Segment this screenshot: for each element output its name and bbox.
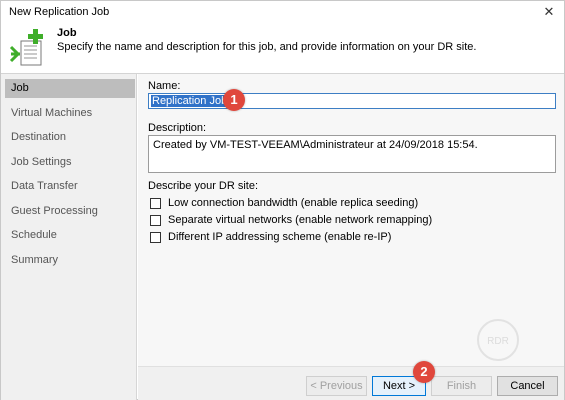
previous-button[interactable]: < Previous <box>306 376 367 396</box>
wizard-header: Job Specify the name and description for… <box>1 23 564 73</box>
watermark-logo: RDR <box>475 317 521 363</box>
callout-badge-1: 1 <box>223 89 245 111</box>
dr-site-label: Describe your DR site: <box>148 180 259 192</box>
finish-button[interactable]: Finish <box>431 376 492 396</box>
wizard-footer: < Previous Next > Finish Cancel <box>138 366 564 400</box>
re-ip-label: Different IP addressing scheme (enable r… <box>168 231 392 243</box>
re-ip-checkbox[interactable] <box>150 231 161 243</box>
header-title: Job <box>57 27 77 39</box>
separate-networks-checkbox[interactable] <box>150 214 161 226</box>
sidebar-item-guest-processing[interactable]: Guest Processing <box>5 202 135 221</box>
close-icon[interactable]: ✕ <box>540 3 558 21</box>
sidebar-item-job[interactable]: Job <box>5 79 135 98</box>
job-name-field[interactable]: Replication Job 1 <box>148 93 556 109</box>
cancel-button[interactable]: Cancel <box>497 376 558 396</box>
description-field[interactable]: Created by VM-TEST-VEEAM\Administrateur … <box>148 135 556 173</box>
sidebar-item-virtual-machines[interactable]: Virtual Machines <box>5 104 135 123</box>
low-bandwidth-checkbox[interactable] <box>150 197 161 209</box>
sidebar-item-schedule[interactable]: Schedule <box>5 226 135 245</box>
header-description: Specify the name and description for thi… <box>57 41 477 53</box>
watermark-text: RDR <box>487 336 509 347</box>
sidebar-item-data-transfer[interactable]: Data Transfer <box>5 177 135 196</box>
separate-networks-option[interactable]: Separate virtual networks (enable networ… <box>150 212 432 228</box>
re-ip-option[interactable]: Different IP addressing scheme (enable r… <box>150 229 391 245</box>
replication-job-window: New Replication Job ✕ Job Specify the na… <box>0 0 565 400</box>
sidebar-item-destination[interactable]: Destination <box>5 128 135 147</box>
new-job-icon <box>9 27 49 69</box>
sidebar-item-summary[interactable]: Summary <box>5 251 135 270</box>
window-title: New Replication Job <box>9 6 110 18</box>
separate-networks-label: Separate virtual networks (enable networ… <box>168 214 433 226</box>
description-label: Description: <box>148 122 207 134</box>
low-bandwidth-option[interactable]: Low connection bandwidth (enable replica… <box>150 195 418 211</box>
sidebar-item-job-settings[interactable]: Job Settings <box>5 153 135 172</box>
name-label: Name: <box>148 80 181 92</box>
title-bar: New Replication Job ✕ <box>1 1 564 23</box>
callout-badge-2: 2 <box>413 361 435 383</box>
low-bandwidth-label: Low connection bandwidth (enable replica… <box>168 197 419 209</box>
wizard-steps-sidebar: Job Virtual Machines Destination Job Set… <box>1 74 137 400</box>
